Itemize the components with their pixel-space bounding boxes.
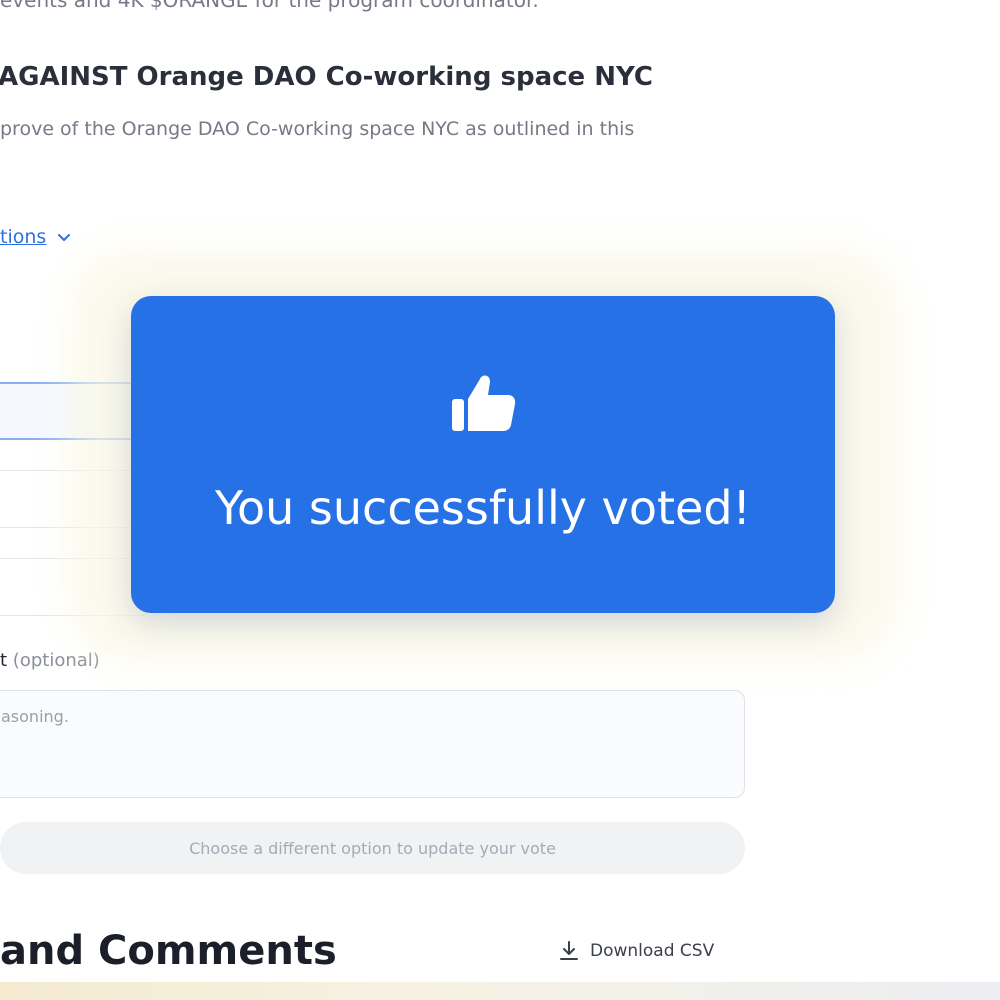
success-toast: You successfully voted!	[131, 296, 835, 613]
comment-placeholder: asoning.	[1, 707, 69, 726]
download-csv-label: Download CSV	[590, 941, 715, 961]
update-vote-button[interactable]: Choose a different option to update your…	[0, 822, 745, 874]
option-description: prove of the Orange DAO Co-working space…	[0, 118, 635, 140]
chevron-down-icon	[58, 234, 71, 241]
options-toggle-label: tions	[0, 226, 47, 248]
comment-label-text: t	[0, 650, 8, 671]
option-title: AGAINST Orange DAO Co-working space NYC	[0, 62, 653, 92]
options-toggle[interactable]: tions	[0, 226, 72, 248]
proposal-page: events and 4K $ORANGE for the program co…	[0, 0, 1000, 1000]
comment-textarea[interactable]: asoning.	[0, 690, 745, 798]
download-csv-button[interactable]: Download CSV	[558, 940, 714, 962]
download-icon	[560, 941, 578, 960]
thumbs-up-icon	[452, 375, 516, 431]
bottom-strip	[0, 982, 1000, 1000]
comment-optional-label: (optional)	[12, 650, 100, 671]
toast-message: You successfully voted!	[215, 480, 751, 535]
proposal-text-line: events and 4K $ORANGE for the program co…	[0, 0, 539, 12]
comment-label: t (optional)	[0, 650, 100, 671]
votes-comments-heading: and Comments	[0, 928, 337, 974]
